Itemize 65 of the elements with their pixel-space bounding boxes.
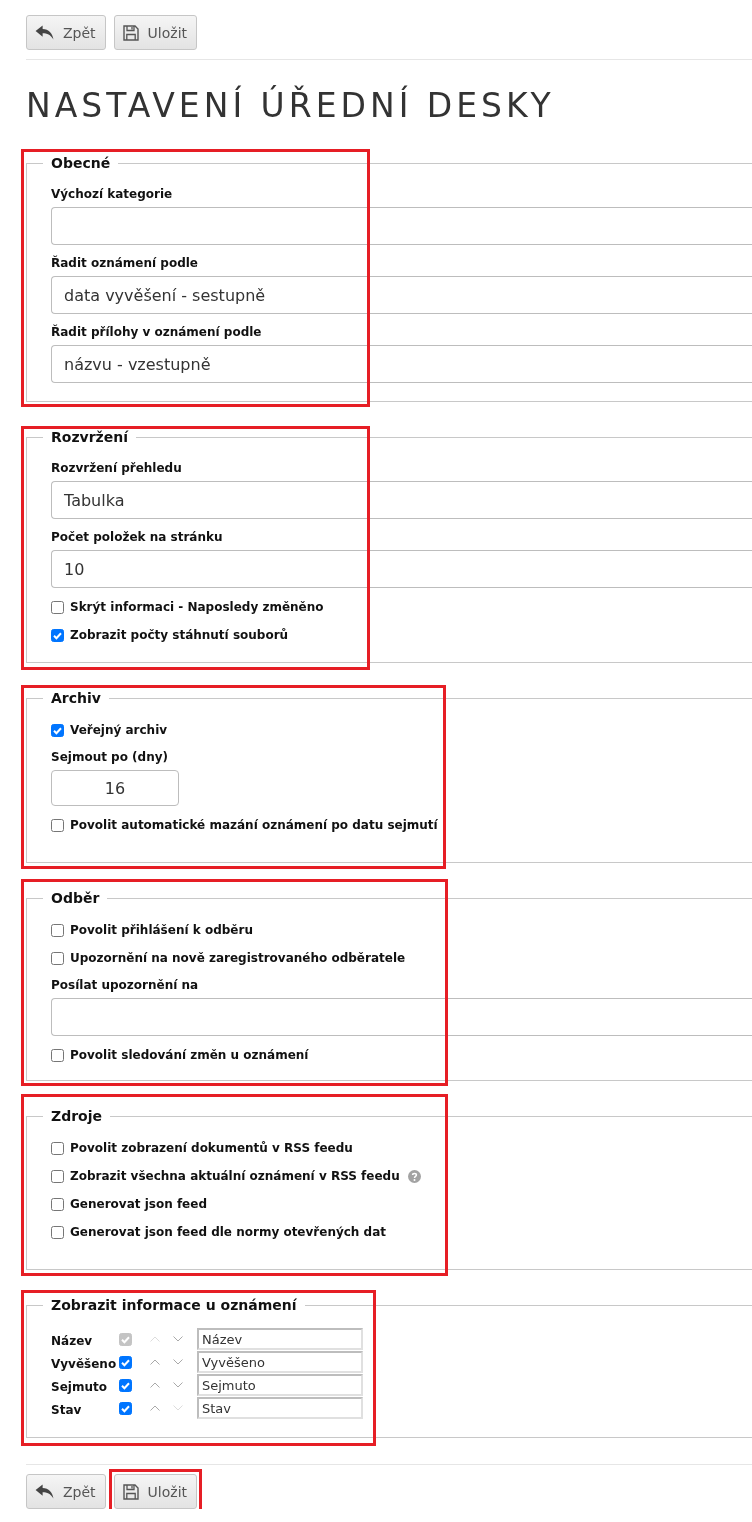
checkbox[interactable] xyxy=(51,1225,64,1239)
chevron-up-icon[interactable] xyxy=(150,1382,160,1388)
group-title: Odběr xyxy=(50,889,101,907)
checkbox[interactable] xyxy=(51,1141,64,1155)
option-label: Zobrazit počty stáhnutí souborů xyxy=(70,627,289,643)
input-field[interactable]: Tabulka xyxy=(51,481,752,519)
checkbox[interactable] xyxy=(51,600,64,614)
input-field[interactable]: 10 xyxy=(51,550,752,588)
group-title: Rozvržení xyxy=(50,428,130,446)
option-label: Veřejný archiv xyxy=(70,722,168,738)
chevron-up-icon[interactable] xyxy=(150,1405,160,1411)
back-button[interactable]: Zpět xyxy=(26,15,106,50)
option-label: Povolit přihlášení k odběru xyxy=(70,922,253,938)
group-title: Zobrazit informace u oznámení xyxy=(50,1296,298,1314)
input-field[interactable]: Stav xyxy=(197,1397,363,1419)
reply-arrow-icon xyxy=(35,25,54,40)
checkbox[interactable] xyxy=(119,1378,132,1392)
chevron-up-icon[interactable] xyxy=(150,1359,160,1365)
column-label: Stav xyxy=(51,1401,83,1418)
field-label: Rozvržení přehledu xyxy=(51,460,183,476)
field-label: Výchozí kategorie xyxy=(51,186,174,202)
input-field[interactable]: názvu - vzestupně xyxy=(51,345,752,383)
field-label: Posílat upozornění na xyxy=(51,977,200,993)
save-button[interactable]: Uložit xyxy=(113,1474,198,1509)
field-label: Řadit oznámení podle xyxy=(51,255,199,271)
group-title: Zdroje xyxy=(50,1107,103,1125)
back-button[interactable]: Zpět xyxy=(26,1474,106,1509)
reply-arrow-icon xyxy=(35,1484,54,1499)
checkbox[interactable] xyxy=(51,923,64,937)
option-label: Povolit sledování změn u oznámení xyxy=(70,1047,309,1063)
checkbox[interactable] xyxy=(51,951,64,965)
checkbox[interactable] xyxy=(119,1401,132,1415)
column-label: Název xyxy=(51,1332,94,1349)
input-field[interactable]: Sejmuto xyxy=(197,1374,363,1396)
checkbox[interactable] xyxy=(51,1048,64,1062)
field-label: Počet položek na stránku xyxy=(51,529,224,545)
field-label: Sejmout po (dny) xyxy=(51,749,170,765)
checkbox[interactable] xyxy=(51,723,64,737)
chevron-down-icon[interactable] xyxy=(173,1382,183,1388)
help-icon[interactable] xyxy=(407,1169,421,1183)
checkbox[interactable] xyxy=(51,628,64,642)
option-label: Povolit zobrazení dokumentů v RSS feedu xyxy=(70,1140,353,1156)
option-label: Skrýt informaci - Naposledy změněno xyxy=(70,599,324,615)
option-label: Zobrazit všechna aktuální oznámení v RSS feedu xyxy=(70,1168,400,1184)
option-label: Generovat json feed dle normy otevřených dat xyxy=(70,1224,386,1240)
group-title: Obecné xyxy=(50,154,112,172)
input-field[interactable]: Vyvěšeno xyxy=(197,1351,363,1373)
field-label: Řadit přílohy v oznámení podle xyxy=(51,324,263,340)
column-label: Sejmuto xyxy=(51,1378,108,1395)
input-field[interactable]: 16 xyxy=(51,770,179,806)
group-title: Archiv xyxy=(50,689,102,707)
save-button[interactable]: Uložit xyxy=(113,15,198,50)
page-title: NASTAVENÍ ÚŘEDNÍ DESKY xyxy=(26,86,556,126)
checkbox[interactable] xyxy=(51,1197,64,1211)
column-label: Vyvěšeno xyxy=(51,1355,118,1372)
checkbox[interactable] xyxy=(51,818,64,832)
input-field[interactable]: data vyvěšení - sestupně xyxy=(51,276,752,314)
checkbox[interactable] xyxy=(51,1169,64,1183)
checkbox[interactable] xyxy=(119,1355,132,1369)
option-label: Povolit automatické mazání oznámení po datu sejmutí xyxy=(70,817,438,833)
input-field[interactable] xyxy=(51,207,752,245)
input-field[interactable] xyxy=(51,998,752,1036)
chevron-down-icon[interactable] xyxy=(173,1359,183,1365)
option-label: Generovat json feed xyxy=(70,1196,207,1212)
option-label: Upozornění na nově zaregistrovaného odběratele xyxy=(70,950,406,966)
